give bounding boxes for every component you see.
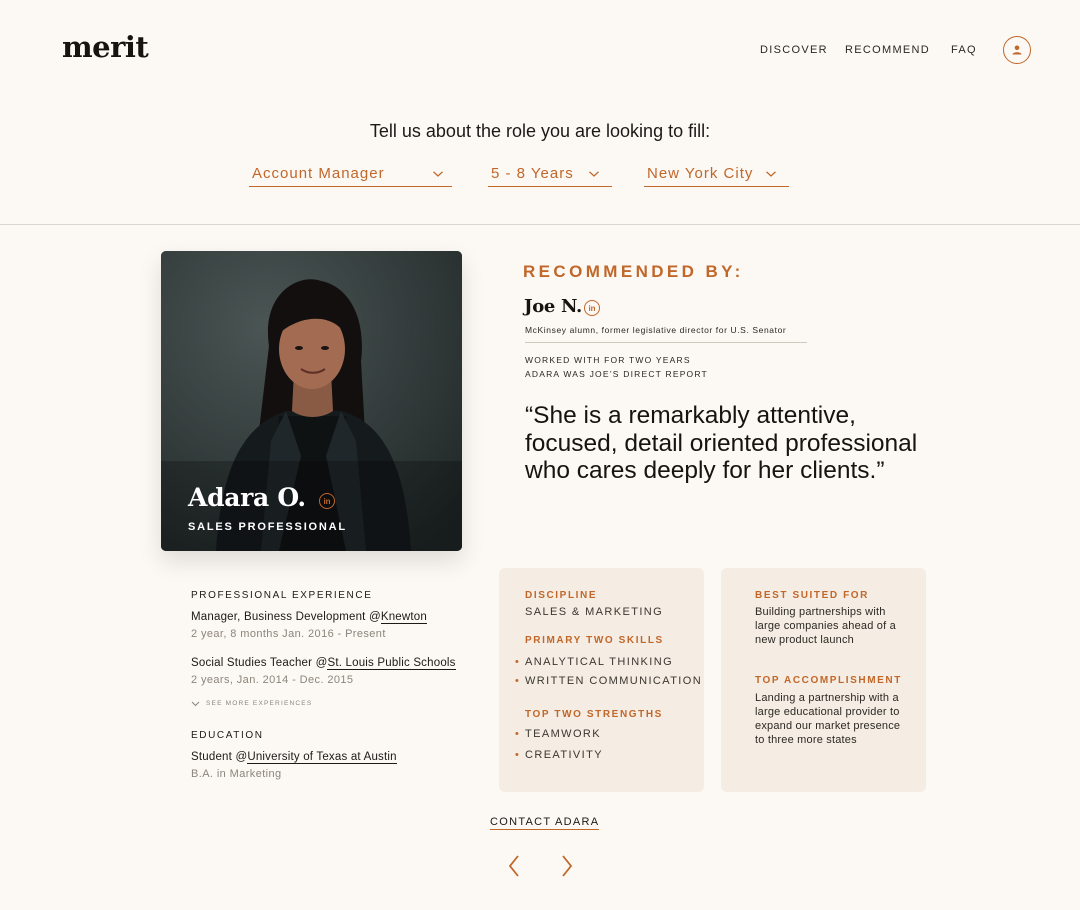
- location-select-value: New York City: [647, 165, 754, 182]
- nav-faq[interactable]: FAQ: [951, 44, 977, 56]
- recommended-by-heading: RECOMMENDED BY:: [523, 262, 744, 281]
- chevron-left-icon[interactable]: [506, 853, 522, 879]
- suited-text: Building partnerships with large compani…: [755, 606, 896, 646]
- recommender-divider: [525, 342, 807, 343]
- strengths-heading: TOP TWO STRENGTHS: [525, 709, 663, 720]
- job-role: Social Studies Teacher @: [191, 657, 328, 669]
- job-title: Social Studies Teacher @St. Louis Public…: [191, 657, 456, 670]
- relationship-duration: WORKED WITH FOR TWO YEARS: [525, 355, 691, 365]
- role-select-value: Account Manager: [252, 165, 385, 182]
- strength-item: • CREATIVITY: [515, 749, 603, 761]
- suited-card: BEST SUITED FOR Building partnerships wi…: [721, 568, 926, 792]
- candidate-name: Adara O.: [188, 483, 306, 512]
- skill-label: WRITTEN COMMUNICATION: [525, 675, 703, 687]
- education-meta: B.A. in Marketing: [191, 768, 282, 780]
- profile-button[interactable]: [1003, 36, 1031, 64]
- education-heading: EDUCATION: [191, 730, 264, 741]
- skills-heading: PRIMARY TWO SKILLS: [525, 635, 664, 646]
- chevron-down-icon: [766, 170, 776, 177]
- recommender-bio: McKinsey alumn, former legislative direc…: [525, 325, 787, 335]
- see-more-label: SEE MORE EXPERIENCES: [206, 700, 313, 707]
- skill-label: ANALYTICAL THINKING: [525, 656, 674, 668]
- recommender-name: Joe N.: [524, 296, 583, 317]
- role-select[interactable]: Account Manager: [249, 161, 452, 187]
- chevron-down-icon: [433, 170, 443, 177]
- linkedin-icon[interactable]: in: [319, 493, 335, 509]
- skill-item: • ANALYTICAL THINKING: [515, 656, 674, 668]
- nav-recommend[interactable]: RECOMMEND: [845, 44, 930, 56]
- location-select[interactable]: New York City: [644, 161, 789, 187]
- discipline-heading: DISCIPLINE: [525, 590, 598, 601]
- see-more-experiences[interactable]: SEE MORE EXPERIENCES: [191, 700, 312, 707]
- education-role: Student @: [191, 751, 248, 763]
- accomplishment-heading: TOP ACCOMPLISHMENT: [755, 675, 902, 686]
- suited-heading: BEST SUITED FOR: [755, 590, 870, 601]
- education-org-link[interactable]: University of Texas at Austin: [247, 751, 397, 764]
- discipline-value: SALES & MARKETING: [525, 606, 664, 618]
- experience-heading: PROFESSIONAL EXPERIENCE: [191, 590, 373, 601]
- job-org-link[interactable]: Knewton: [380, 611, 427, 624]
- experience-select-value: 5 - 8 Years: [491, 165, 574, 182]
- skills-card: DISCIPLINE SALES & MARKETING PRIMARY TWO…: [499, 568, 704, 792]
- linkedin-icon[interactable]: in: [584, 300, 600, 316]
- user-icon: [1012, 45, 1022, 55]
- job-title: Manager, Business Development @Knewton: [191, 611, 427, 624]
- section-divider: [0, 224, 1080, 225]
- skill-item: • WRITTEN COMMUNICATION: [515, 675, 703, 687]
- merit-logo[interactable]: merit: [62, 30, 149, 64]
- strength-label: TEAMWORK: [525, 728, 601, 740]
- candidate-title: SALES PROFESSIONAL: [188, 521, 347, 533]
- job-meta: 2 years, Jan. 2014 - Dec. 2015: [191, 674, 354, 686]
- job-role: Manager, Business Development @: [191, 611, 381, 623]
- accomplishment-text: Landing a partnership with a large educa…: [755, 692, 901, 746]
- strength-label: CREATIVITY: [525, 749, 603, 761]
- candidate-card[interactable]: Adara O. in SALES PROFESSIONAL: [161, 251, 462, 551]
- contact-button[interactable]: CONTACT ADARA: [490, 816, 600, 830]
- role-prompt: Tell us about the role you are looking t…: [369, 121, 711, 141]
- education-title: Student @University of Texas at Austin: [191, 751, 397, 764]
- relationship-type: ADARA WAS JOE’S DIRECT REPORT: [525, 369, 708, 379]
- chevron-right-icon[interactable]: [559, 853, 575, 879]
- recommendation-quote: “She is a remarkably attentive, focused,…: [525, 402, 918, 484]
- strength-item: • TEAMWORK: [515, 728, 601, 740]
- nav-discover[interactable]: DISCOVER: [760, 44, 828, 56]
- job-org-link[interactable]: St. Louis Public Schools: [327, 657, 456, 670]
- chevron-down-icon: [589, 170, 599, 177]
- job-meta: 2 year, 8 months Jan. 2016 - Present: [191, 628, 386, 640]
- experience-select[interactable]: 5 - 8 Years: [488, 161, 612, 187]
- chevron-down-icon: [191, 701, 200, 706]
